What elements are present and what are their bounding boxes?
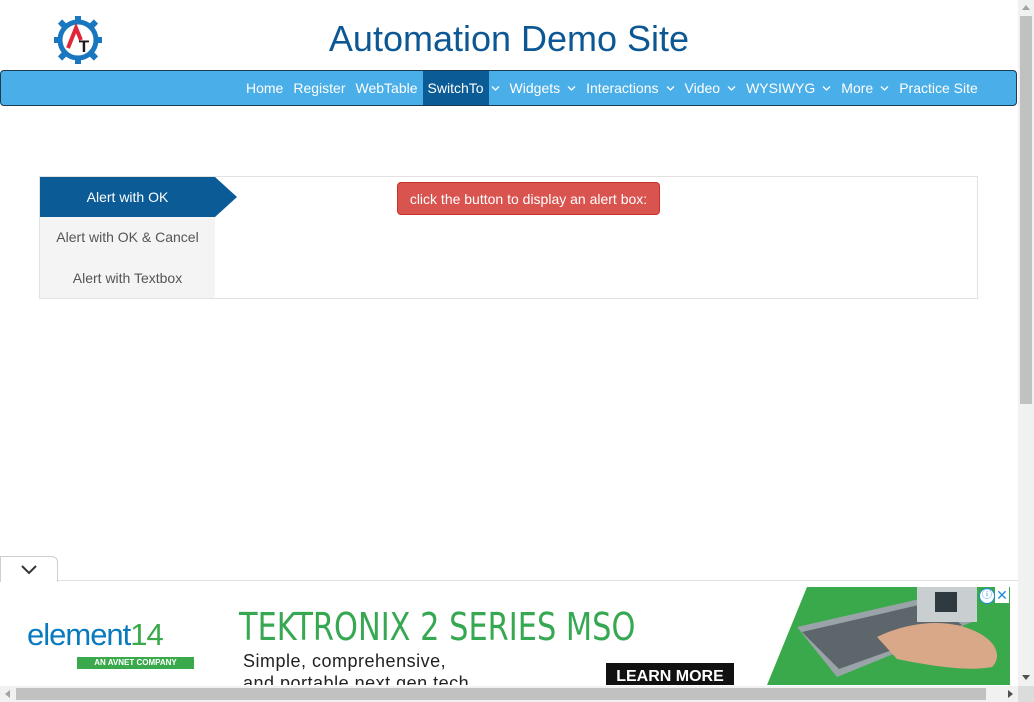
nav-item-label: WYSIWYG <box>746 80 816 96</box>
site-title: Automation Demo Site <box>328 18 690 59</box>
chevron-down-icon[interactable] <box>491 71 500 105</box>
scroll-left-arrow-icon[interactable] <box>5 690 10 698</box>
nav-item-widgets[interactable]: Widgets <box>505 71 566 105</box>
alert-tabs-panel: Alert with OK Alert with OK & Cancel Ale… <box>39 176 978 299</box>
nav-item-label: WebTable <box>355 80 418 96</box>
nav-item-switchto[interactable]: SwitchTo <box>422 71 489 105</box>
nav-item-label: SwitchTo <box>427 80 484 96</box>
ad-brand-sub: AN AVNET COMPANY <box>77 657 194 669</box>
nav-item-webtable[interactable]: WebTable <box>351 71 423 105</box>
ad-brand-logo: element14 <box>27 617 164 653</box>
ad-info-icon[interactable]: ⓘ <box>979 588 995 604</box>
chevron-down-icon[interactable] <box>880 71 889 105</box>
scrollbar-corner <box>1018 686 1034 702</box>
tab-label: Alert with Textbox <box>72 270 183 286</box>
ad-brand-prefix: element <box>27 617 131 652</box>
nav-item-interactions[interactable]: Interactions <box>581 71 663 105</box>
ad-collapse-button[interactable] <box>0 556 58 582</box>
nav-item-label: More <box>841 80 874 96</box>
nav-item-home[interactable]: Home <box>241 71 288 105</box>
ad-text-line-2: and portable next gen tech <box>243 673 470 685</box>
nav-item-label: Interactions <box>586 80 659 96</box>
nav-item-video[interactable]: Video <box>680 71 726 105</box>
tab-label: Alert with OK <box>86 189 169 205</box>
nav-items: Home Register WebTable SwitchTo Widgets Inter… <box>241 71 983 105</box>
chevron-down-icon[interactable] <box>727 71 736 105</box>
chevron-down-icon[interactable] <box>666 71 675 105</box>
tab-label: Alert with OK & Cancel <box>56 229 199 245</box>
scroll-up-arrow-icon[interactable] <box>1022 5 1030 10</box>
nav-item-label: Practice Site <box>899 80 978 96</box>
ad-brand-number: 14 <box>130 617 163 652</box>
ad-banner[interactable]: element14 AN AVNET COMPANY TEKTRONIX 2 S… <box>7 587 1010 685</box>
ad-learn-more-button[interactable]: LEARN MORE <box>606 663 734 685</box>
nav-item-label: Register <box>293 80 346 96</box>
scroll-right-arrow-icon[interactable] <box>1008 690 1013 698</box>
nav-item-label: Home <box>246 80 284 96</box>
nav-item-label: Widgets <box>509 80 561 96</box>
nav-item-more[interactable]: More <box>836 71 878 105</box>
horizontal-scrollbar-thumb[interactable] <box>16 688 986 700</box>
ad-product-image <box>767 587 1010 685</box>
chevron-down-icon[interactable] <box>822 71 831 105</box>
nav-item-register[interactable]: Register <box>288 71 350 105</box>
active-tab-arrow <box>215 177 237 217</box>
tab-alert-with-ok-cancel[interactable]: Alert with OK & Cancel <box>40 217 215 257</box>
tab-alert-with-textbox[interactable]: Alert with Textbox <box>40 258 215 298</box>
main-navbar: Home Register WebTable SwitchTo Widgets Inter… <box>0 70 1017 106</box>
scroll-down-arrow-icon[interactable] <box>1022 675 1030 680</box>
tab-alert-with-ok[interactable]: Alert with OK <box>40 177 215 217</box>
ad-text-line-1: Simple, comprehensive, <box>243 651 447 671</box>
nav-item-wysiwyg[interactable]: WYSIWYG <box>741 71 820 105</box>
ad-close-icon[interactable]: ✕ <box>995 587 1009 603</box>
display-alert-button[interactable]: click the button to display an alert box… <box>397 182 660 215</box>
alert-tab-list: Alert with OK Alert with OK & Cancel Ale… <box>40 177 237 298</box>
vertical-scrollbar-thumb[interactable] <box>1020 16 1032 404</box>
nav-item-label: Video <box>684 80 721 96</box>
ad-divider <box>0 580 1018 581</box>
chevron-down-icon[interactable] <box>567 71 576 105</box>
chevron-down-icon <box>21 565 37 575</box>
ad-headline: TEKTRONIX 2 SERIES MSO <box>239 605 636 649</box>
nav-item-practice-site[interactable]: Practice Site <box>894 71 983 105</box>
